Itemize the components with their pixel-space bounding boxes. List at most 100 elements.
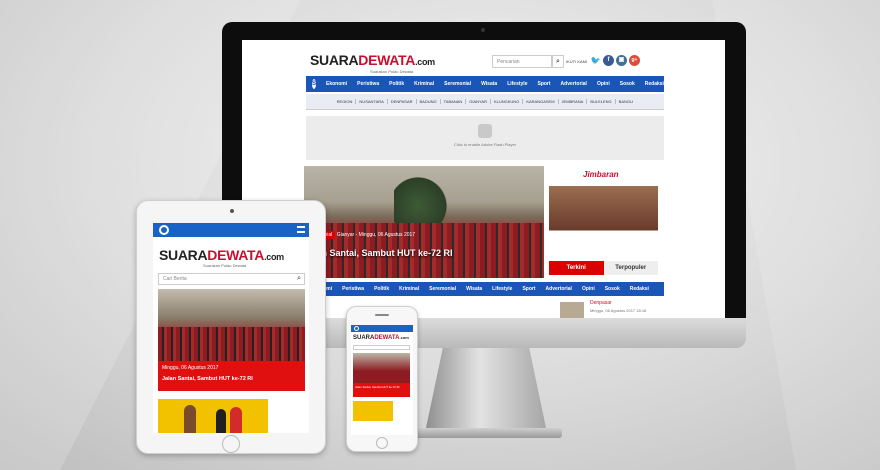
nav-item-advertorial[interactable]: Advertorial — [541, 286, 577, 292]
nav-item-sosok[interactable]: Sosok — [600, 286, 625, 292]
tablet-ad-banner[interactable] — [158, 399, 268, 433]
hero-article[interactable]: Seremonial Gianyar - Minggu, 06 Agustus … — [304, 166, 544, 278]
flash-text: Click to enable Adobe Flash Player — [453, 142, 517, 147]
region-item[interactable]: NUSANTARA — [355, 99, 386, 104]
site-logo[interactable]: SUARADEWATA.com — [159, 247, 284, 263]
google-plus-icon[interactable]: g+ — [629, 55, 640, 66]
phone-device: SUARADEWATA.com Jalan Santai, Sambut HUT… — [346, 306, 418, 452]
sidebar-ad[interactable]: Jimbaran — [549, 166, 658, 258]
logo-suara: SUARA — [310, 52, 359, 68]
hero-title[interactable]: Jalan Santai, Sambut HUT ke-72 RI — [304, 248, 453, 258]
site-tagline: Suarakan Pulau Dewata — [203, 263, 247, 268]
phone-screen: SUARADEWATA.com Jalan Santai, Sambut HUT… — [351, 325, 413, 435]
region-item[interactable]: BULELENG — [586, 99, 614, 104]
app-logo-icon[interactable] — [159, 225, 169, 235]
nav-item-kriminal[interactable]: Kriminal — [394, 286, 424, 292]
nav-item-wisata[interactable]: Wisata — [461, 286, 487, 292]
logo-com: .com — [415, 57, 435, 67]
nav-item-redaksi[interactable]: Redaksi — [625, 286, 654, 292]
tablet-camera — [230, 209, 234, 213]
tablet-top-bar — [153, 223, 309, 237]
tablet-home-button — [222, 435, 240, 453]
nav-item-seremonial[interactable]: Seremonial — [424, 286, 461, 292]
logo-suara: SUARA — [159, 247, 208, 263]
ad-figure — [184, 405, 196, 433]
hero-meta: Gianyar - Minggu, 06 Agustus 2017 — [336, 232, 416, 238]
nav-item-sport[interactable]: Sport — [517, 286, 540, 292]
monitor-camera — [481, 28, 485, 32]
follow-label: IKUTI KAMI — [566, 59, 588, 64]
tablet-screen: SUARADEWATA.com Suarakan Pulau Dewata Ca… — [153, 223, 309, 433]
nav-item-kriminal[interactable]: Kriminal — [409, 81, 439, 87]
region-item[interactable]: TABANAN — [439, 99, 466, 104]
site-logo[interactable]: SUARADEWATA.com — [353, 335, 409, 341]
tablet-device: SUARADEWATA.com Suarakan Pulau Dewata Ca… — [136, 200, 326, 454]
site-header: SUARADEWATA.com Suarakan Pulau Dewata Pe… — [304, 50, 654, 78]
region-item[interactable]: REGION — [334, 99, 356, 104]
nav-item-politik[interactable]: Politik — [384, 81, 409, 87]
twitter-icon[interactable]: 🐦 — [590, 55, 601, 66]
region-item[interactable]: KLUNGKUNG — [489, 99, 522, 104]
phone-home-button — [376, 437, 388, 449]
nav-item-opini[interactable]: Opini — [592, 81, 615, 87]
headline-caption[interactable]: Minggu, 06 Agustus 2017 Jalan Santai, Sa… — [158, 361, 305, 391]
search-placeholder: Cari Berita — [163, 276, 187, 282]
nav-item-ekonomi[interactable]: Ekonomi — [321, 81, 352, 87]
region-item[interactable]: BADUNG — [415, 99, 440, 104]
home-icon[interactable]: S — [312, 79, 317, 89]
nav-item-sosok[interactable]: Sosok — [615, 81, 640, 87]
search-input[interactable]: Cari Berita ⌕ — [158, 273, 305, 285]
nav-item-seremonial[interactable]: Seremonial — [439, 81, 476, 87]
ad-figure — [230, 407, 242, 433]
region-nav: REGION NUSANTARA DENPASAR BADUNG TABANAN… — [306, 94, 664, 110]
app-logo-icon[interactable] — [354, 326, 359, 331]
headline-date: Minggu, 06 Agustus 2017 — [162, 365, 219, 371]
nav-item-redaksi[interactable]: Redaksi — [640, 81, 669, 87]
secondary-nav: Ekonomi Peristiwa Politik Kriminal Serem… — [306, 282, 664, 296]
tab-terpopuler[interactable]: Terpopuler — [603, 261, 658, 275]
instagram-icon[interactable]: ▣ — [616, 55, 627, 66]
tab-terkini[interactable]: Terkini — [549, 261, 604, 275]
nav-item-opini[interactable]: Opini — [577, 286, 600, 292]
headline-image[interactable] — [158, 289, 305, 361]
logo-com: .com — [264, 252, 284, 262]
ad-brand: Jimbaran — [583, 170, 619, 179]
region-item[interactable]: DENPASAR — [386, 99, 416, 104]
flash-placeholder[interactable]: Click to enable Adobe Flash Player — [306, 116, 664, 160]
region-item[interactable]: GIANYAR — [465, 99, 490, 104]
nav-item-lifestyle[interactable]: Lifestyle — [487, 286, 517, 292]
site-logo[interactable]: SUARADEWATA.com — [310, 52, 435, 68]
site-tagline: Suarakan Pulau Dewata — [370, 69, 414, 74]
nav-item-sport[interactable]: Sport — [532, 81, 555, 87]
monitor-stand — [426, 348, 546, 428]
nav-item-politik[interactable]: Politik — [369, 286, 394, 292]
nav-item-peristiwa[interactable]: Peristiwa — [352, 81, 384, 87]
logo-dewata: DEWATA — [374, 335, 400, 341]
nav-item-lifestyle[interactable]: Lifestyle — [502, 81, 532, 87]
headline-caption[interactable]: Jalan Santai, Sambut HUT ke-72 RI — [353, 383, 410, 397]
headline-title: Jalan Santai, Sambut HUT ke-72 RI — [355, 385, 400, 389]
search-icon[interactable]: ⌕ — [297, 275, 301, 283]
nav-item-wisata[interactable]: Wisata — [476, 81, 502, 87]
facebook-icon[interactable]: f — [603, 55, 614, 66]
hamburger-menu-icon[interactable] — [297, 226, 305, 233]
headline-image[interactable] — [353, 353, 410, 383]
search-icon[interactable]: ⌕ — [552, 55, 564, 68]
news-tabs: Terkini Terpopuler — [549, 261, 658, 275]
region-item[interactable]: KARANGASEM — [522, 99, 557, 104]
logo-com: .com — [399, 335, 409, 340]
news-date: Minggu, 06 Agustus 2017 18:18 — [590, 308, 647, 313]
search-input[interactable]: Pencarian — [492, 55, 552, 68]
logo-dewata: DEWATA — [358, 52, 416, 68]
logo-dewata: DEWATA — [207, 247, 265, 263]
phone-ad-banner[interactable] — [353, 401, 393, 421]
nav-item-peristiwa[interactable]: Peristiwa — [337, 286, 369, 292]
region-item[interactable]: BANGLI — [614, 99, 637, 104]
region-item[interactable]: JEMBRANA — [557, 99, 587, 104]
search-input[interactable] — [353, 345, 410, 350]
nav-item-advertorial[interactable]: Advertorial — [556, 81, 592, 87]
headline-title[interactable]: Jalan Santai, Sambut HUT ke-72 RI — [162, 376, 253, 382]
phone-speaker — [375, 314, 389, 316]
monitor-stand-base — [412, 428, 562, 438]
hero-image-trees — [394, 176, 454, 226]
